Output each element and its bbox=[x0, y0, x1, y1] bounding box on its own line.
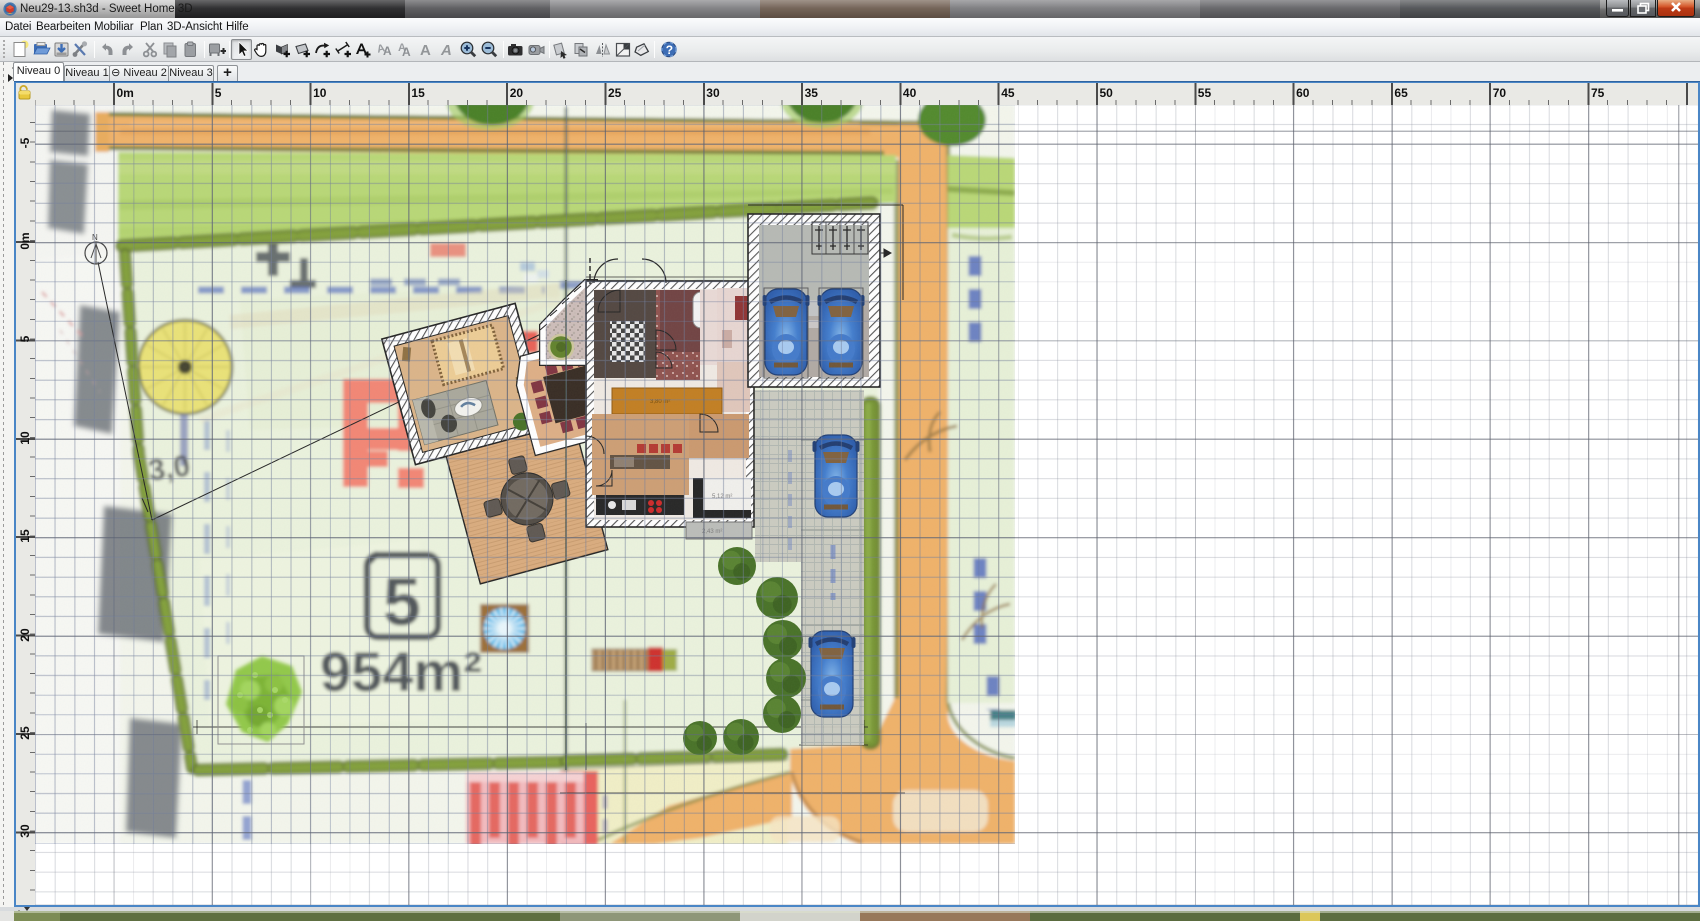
svg-text:A: A bbox=[402, 45, 411, 59]
svg-text:?: ? bbox=[666, 43, 673, 57]
svg-text:A: A bbox=[383, 44, 392, 58]
svg-text:A: A bbox=[440, 42, 452, 59]
svg-text:A: A bbox=[420, 42, 431, 59]
